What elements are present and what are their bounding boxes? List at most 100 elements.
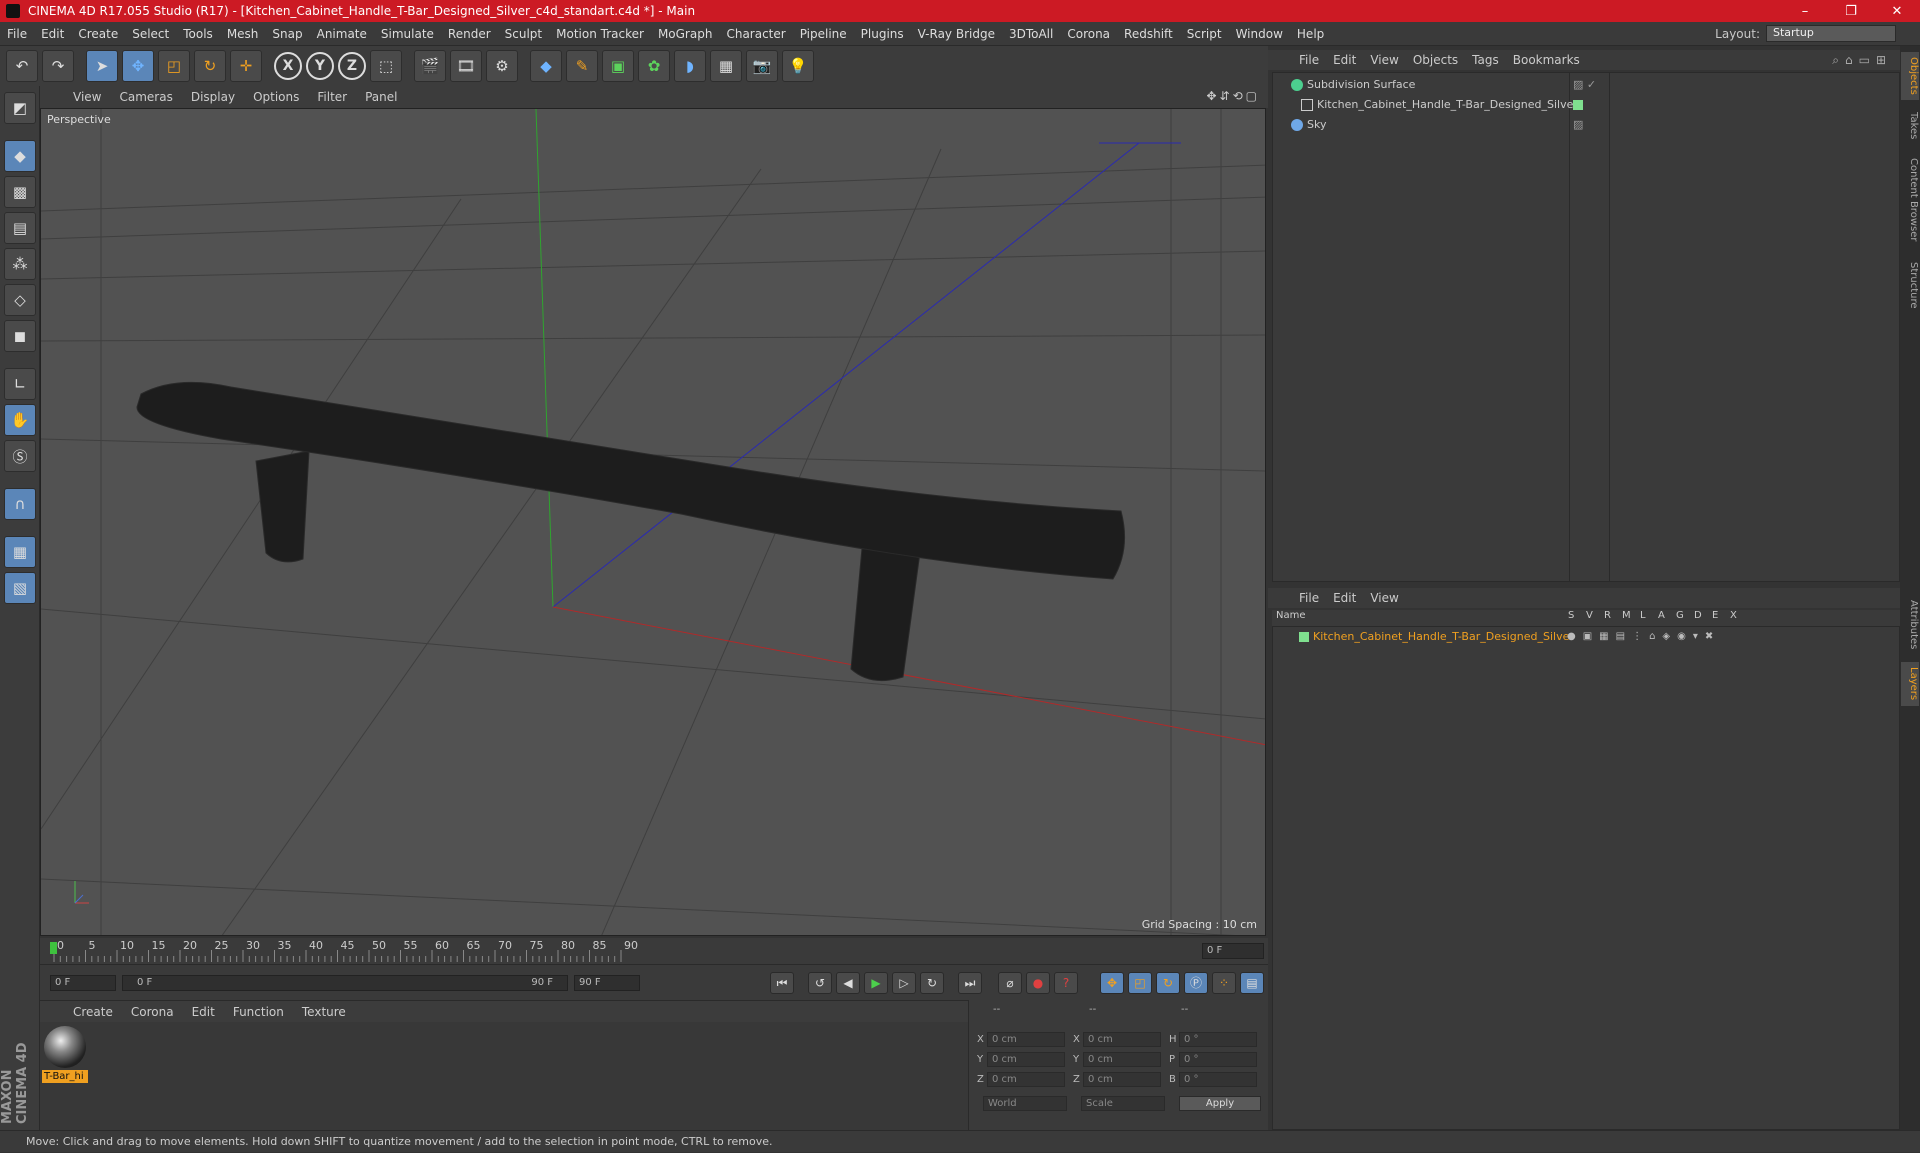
rotation-p-field[interactable]: 0 °: [1179, 1052, 1257, 1067]
key-position-icon[interactable]: ✥: [1100, 972, 1124, 994]
object-menu-objects[interactable]: Objects: [1406, 53, 1465, 67]
tab-structure[interactable]: Structure: [1901, 254, 1919, 316]
frame-range-slider[interactable]: 0 F 90 F: [122, 975, 568, 991]
undo-icon[interactable]: ↶: [6, 50, 38, 82]
key-parameter-icon[interactable]: Ⓟ: [1184, 972, 1208, 994]
object-menu-file[interactable]: File: [1292, 53, 1326, 67]
apply-button[interactable]: Apply: [1179, 1096, 1261, 1111]
menu-mesh[interactable]: Mesh: [220, 27, 266, 41]
cloner-icon[interactable]: ✿: [638, 50, 670, 82]
keyframe-selection-icon[interactable]: ?: [1054, 972, 1078, 994]
size-x-field[interactable]: 0 cm: [1083, 1032, 1161, 1047]
previous-frame-icon[interactable]: ◀: [836, 972, 860, 994]
key-scale-icon[interactable]: ◰: [1128, 972, 1152, 994]
material-menu-edit[interactable]: Edit: [183, 1005, 224, 1019]
menu-help[interactable]: Help: [1290, 27, 1331, 41]
key-rotation-icon[interactable]: ↻: [1156, 972, 1180, 994]
polygons-mode-icon[interactable]: ◼: [4, 320, 36, 352]
z-axis-lock-icon[interactable]: Z: [338, 52, 366, 80]
menu-pipeline[interactable]: Pipeline: [793, 27, 854, 41]
subdivision-surface-icon[interactable]: ▣: [602, 50, 634, 82]
object-row-handle[interactable]: Kitchen_Cabinet_Handle_T-Bar_Designed_Si…: [1273, 95, 1899, 115]
visibility-dots-icon[interactable]: ▨ ✓: [1573, 75, 1596, 95]
object-menu-view[interactable]: View: [1363, 53, 1405, 67]
menu-edit[interactable]: Edit: [34, 27, 71, 41]
previous-key-icon[interactable]: ↺: [808, 972, 832, 994]
object-menu-edit[interactable]: Edit: [1326, 53, 1363, 67]
menu-vray-bridge[interactable]: V-Ray Bridge: [911, 27, 1002, 41]
lock-workplane-icon[interactable]: ▦: [4, 536, 36, 568]
menu-render[interactable]: Render: [441, 27, 498, 41]
position-x-field[interactable]: 0 cm: [987, 1032, 1065, 1047]
tweak-mode-icon[interactable]: ✋: [4, 404, 36, 436]
scale-tool-icon[interactable]: ◰: [158, 50, 190, 82]
object-menu-tags[interactable]: Tags: [1465, 53, 1506, 67]
menu-motion-tracker[interactable]: Motion Tracker: [549, 27, 651, 41]
menu-plugins[interactable]: Plugins: [854, 27, 911, 41]
light-icon[interactable]: 💡: [782, 50, 814, 82]
maximize-button[interactable]: ❐: [1828, 4, 1874, 19]
planar-workplane-icon[interactable]: ▧: [4, 572, 36, 604]
next-frame-icon[interactable]: ▷: [892, 972, 916, 994]
end-frame-field[interactable]: 90 F: [574, 975, 640, 991]
layer-color-icon[interactable]: [1299, 632, 1309, 642]
viewport-menu-panel[interactable]: Panel: [356, 90, 406, 104]
workplane-mode-icon[interactable]: ▤: [4, 212, 36, 244]
edges-mode-icon[interactable]: ◇: [4, 284, 36, 316]
menu-animate[interactable]: Animate: [310, 27, 374, 41]
tab-content-browser[interactable]: Content Browser: [1901, 150, 1919, 250]
redo-icon[interactable]: ↷: [42, 50, 74, 82]
record-keys-icon[interactable]: ⌀: [998, 972, 1022, 994]
viewport-menu-cameras[interactable]: Cameras: [110, 90, 181, 104]
render-picture-viewer-icon[interactable]: 🎞: [450, 50, 482, 82]
viewport-menu-view[interactable]: View: [64, 90, 110, 104]
points-mode-icon[interactable]: ⁂: [4, 248, 36, 280]
object-row-subdivision[interactable]: Subdivision Surface ▨ ✓: [1273, 75, 1899, 95]
object-row-sky[interactable]: Sky ▨: [1273, 115, 1899, 135]
layout-select[interactable]: Startup: [1766, 25, 1896, 42]
viewport-menu-options[interactable]: Options: [244, 90, 308, 104]
material-menu-texture[interactable]: Texture: [293, 1005, 355, 1019]
timeline-window-icon[interactable]: ▤: [1240, 972, 1264, 994]
menu-script[interactable]: Script: [1180, 27, 1229, 41]
menu-tools[interactable]: Tools: [176, 27, 220, 41]
menu-file[interactable]: File: [0, 27, 34, 41]
start-frame-field[interactable]: 0 F: [50, 975, 116, 991]
timeline-ruler[interactable]: 0 5 10 15 20 25 30 35 40 45 50 55 60 65 70 75 80 85 90 0 F: [40, 938, 1268, 964]
snap-icon[interactable]: Ⓢ: [4, 440, 36, 472]
menu-redshift[interactable]: Redshift: [1117, 27, 1180, 41]
layer-menu-edit[interactable]: Edit: [1326, 591, 1363, 605]
object-manager-search-icon[interactable]: ⌕⌂▭⊞: [1832, 53, 1892, 68]
material-swatch[interactable]: T-Bar_hi: [42, 1024, 88, 1083]
tab-layers[interactable]: Layers: [1901, 662, 1919, 706]
current-frame-field[interactable]: 0 F: [1202, 943, 1264, 959]
menu-snap[interactable]: Snap: [265, 27, 309, 41]
material-menu-function[interactable]: Function: [224, 1005, 293, 1019]
x-axis-lock-icon[interactable]: X: [274, 52, 302, 80]
next-key-icon[interactable]: ↻: [920, 972, 944, 994]
menu-mograph[interactable]: MoGraph: [651, 27, 720, 41]
autokey-icon[interactable]: ●: [1026, 972, 1050, 994]
magnet-icon[interactable]: ∩: [4, 488, 36, 520]
viewport-navigation-icons[interactable]: ✥⇵⟲▢: [1206, 89, 1260, 103]
cube-object-icon[interactable]: ◆: [530, 50, 562, 82]
position-y-field[interactable]: 0 cm: [987, 1052, 1065, 1067]
spline-pen-icon[interactable]: ✎: [566, 50, 598, 82]
y-axis-lock-icon[interactable]: Y: [306, 52, 334, 80]
viewport-menu-filter[interactable]: Filter: [308, 90, 356, 104]
menu-select[interactable]: Select: [125, 27, 176, 41]
rotate-tool-icon[interactable]: ↻: [194, 50, 226, 82]
select-arrow-icon[interactable]: ➤: [86, 50, 118, 82]
object-menu-bookmarks[interactable]: Bookmarks: [1506, 53, 1587, 67]
layer-flag-icons[interactable]: ●▣▦▤⋮⌂◈◉▾✖: [1567, 627, 1720, 647]
rotation-h-field[interactable]: 0 °: [1179, 1032, 1257, 1047]
texture-mode-icon[interactable]: ▩: [4, 176, 36, 208]
coordinate-mode-select[interactable]: World: [983, 1096, 1067, 1111]
render-view-icon[interactable]: 🎬: [414, 50, 446, 82]
model-mode-icon[interactable]: ◆: [4, 140, 36, 172]
transform-tool-icon[interactable]: ✛: [230, 50, 262, 82]
tab-attributes[interactable]: Attributes: [1901, 592, 1919, 658]
material-menu-corona[interactable]: Corona: [122, 1005, 183, 1019]
rotation-b-field[interactable]: 0 °: [1179, 1072, 1257, 1087]
menu-corona[interactable]: Corona: [1060, 27, 1117, 41]
